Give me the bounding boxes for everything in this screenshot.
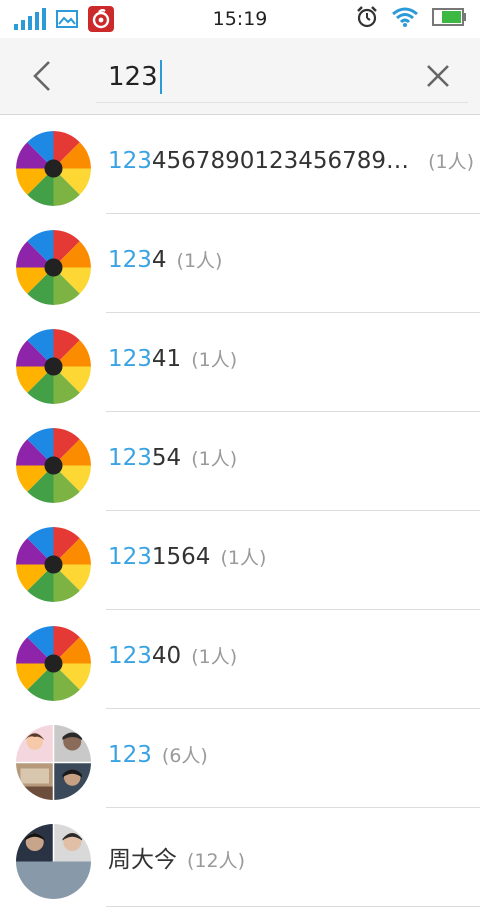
search-bar: 123 [0, 38, 480, 115]
alarm-icon [356, 6, 378, 32]
group-avatar [16, 626, 91, 701]
member-count: (1人) [176, 250, 223, 272]
member-count: (1人) [220, 547, 267, 569]
result-name-rest: 45678901234567890... [151, 148, 413, 174]
result-item[interactable]: 周大今 (12人) [0, 808, 480, 907]
result-name-match: 123 [108, 643, 152, 669]
result-name-match: 123 [108, 346, 152, 372]
group-avatar [16, 428, 91, 503]
result-name-rest: 4 [151, 247, 167, 273]
result-item[interactable]: 123 40 (1人) [0, 610, 480, 709]
member-count: (1人) [428, 151, 474, 173]
result-name-rest: 周大今 [108, 847, 177, 873]
group-avatar [16, 329, 91, 404]
group-avatar [16, 230, 91, 305]
chevron-left-icon [33, 61, 50, 91]
search-input-value: 123 [108, 62, 158, 92]
result-item[interactable]: 123 1564 (1人) [0, 511, 480, 610]
result-name-match: 123 [108, 148, 152, 174]
result-name-rest: 40 [151, 643, 182, 669]
close-icon [427, 65, 449, 87]
search-result-list: 123 45678901234567890... (1人) 123 4 (1人)… [0, 115, 480, 907]
group-avatar [16, 527, 91, 602]
result-name-rest: 41 [151, 346, 182, 372]
search-input[interactable]: 123 [96, 52, 468, 103]
result-name-match: 123 [108, 742, 152, 768]
result-name-match: 123 [108, 247, 152, 273]
result-name-match: 123 [108, 544, 152, 570]
text-caret [159, 60, 162, 94]
group-avatar [16, 131, 91, 206]
wifi-icon [392, 7, 418, 31]
group-avatar [16, 725, 91, 800]
member-count: (6人) [161, 745, 208, 767]
result-item[interactable]: 123 45678901234567890... (1人) [0, 115, 480, 214]
result-item[interactable]: 123 (6人) [0, 709, 480, 808]
battery-icon [432, 8, 466, 30]
member-count: (1人) [191, 448, 238, 470]
result-name-match: 123 [108, 445, 152, 471]
member-count: (1人) [191, 349, 238, 371]
clear-search-button[interactable] [418, 56, 458, 96]
member-count: (12人) [187, 850, 246, 872]
result-name-rest: 54 [151, 445, 182, 471]
result-item[interactable]: 123 54 (1人) [0, 412, 480, 511]
back-button[interactable] [22, 56, 62, 96]
member-count: (1人) [191, 646, 238, 668]
result-item[interactable]: 123 41 (1人) [0, 313, 480, 412]
group-avatar [16, 824, 91, 899]
status-bar: 15:19 [0, 0, 480, 38]
result-item[interactable]: 123 4 (1人) [0, 214, 480, 313]
result-name-rest: 1564 [151, 544, 211, 570]
